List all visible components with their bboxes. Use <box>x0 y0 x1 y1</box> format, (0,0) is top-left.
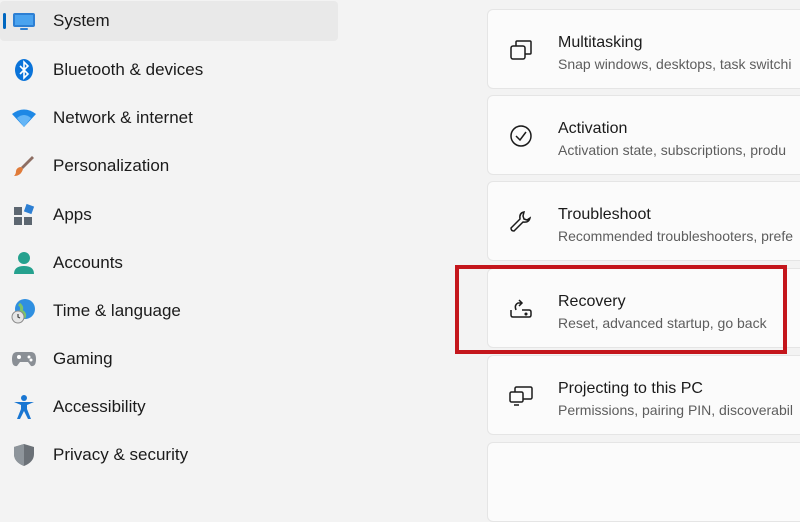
sidebar-item-label: Network & internet <box>53 108 193 127</box>
settings-content: Multitasking Snap windows, desktops, tas… <box>487 0 800 522</box>
wrench-icon <box>508 209 534 235</box>
card-subtitle: Permissions, pairing PIN, discoverabil <box>558 402 793 418</box>
sidebar-item-privacy-security[interactable]: Privacy & security <box>0 435 338 475</box>
card-subtitle: Activation state, subscriptions, produ <box>558 142 787 158</box>
sidebar-item-label: Gaming <box>53 349 113 368</box>
accessibility-icon <box>11 394 37 420</box>
sidebar-item-network[interactable]: Network & internet <box>0 98 338 138</box>
sidebar-item-label: Accessibility <box>53 397 146 416</box>
selection-indicator <box>3 13 6 29</box>
card-title: Projecting to this PC <box>558 380 703 397</box>
card-activation[interactable]: Activation Activation state, subscriptio… <box>487 95 800 175</box>
card-next[interactable] <box>487 442 800 522</box>
apps-icon <box>11 202 37 228</box>
monitor-icon <box>11 8 37 34</box>
card-title: Recovery <box>558 293 626 310</box>
card-title: Multitasking <box>558 34 643 51</box>
card-title: Troubleshoot <box>558 206 651 223</box>
sidebar-item-label: Personalization <box>53 156 170 175</box>
card-subtitle: Reset, advanced startup, go back <box>558 315 767 331</box>
person-icon <box>11 250 37 276</box>
card-troubleshoot[interactable]: Troubleshoot Recommended troubleshooters… <box>487 181 800 261</box>
card-title: Activation <box>558 120 628 137</box>
paintbrush-icon <box>11 153 37 179</box>
sidebar-item-gaming[interactable]: Gaming <box>0 339 338 379</box>
sidebar-item-accounts[interactable]: Accounts <box>0 243 338 283</box>
shield-icon <box>11 442 37 468</box>
projecting-icon <box>508 383 534 409</box>
sidebar-item-label: System <box>53 11 110 30</box>
settings-sidebar: System Bluetooth & devices Network & int… <box>0 0 340 471</box>
sidebar-item-bluetooth[interactable]: Bluetooth & devices <box>0 50 338 90</box>
sidebar-item-label: Time & language <box>53 301 181 320</box>
sidebar-item-time-language[interactable]: Time & language <box>0 291 338 331</box>
card-multitasking[interactable]: Multitasking Snap windows, desktops, tas… <box>487 9 800 89</box>
globe-clock-icon <box>11 298 37 324</box>
card-subtitle: Recommended troubleshooters, prefe <box>558 228 794 244</box>
sidebar-item-label: Apps <box>53 205 92 224</box>
card-projecting[interactable]: Projecting to this PC Permissions, pairi… <box>487 355 800 435</box>
sidebar-item-system[interactable]: System <box>0 1 338 41</box>
gamepad-icon <box>11 346 37 372</box>
sidebar-item-apps[interactable]: Apps <box>0 195 338 235</box>
sidebar-item-label: Accounts <box>53 253 123 272</box>
sidebar-item-accessibility[interactable]: Accessibility <box>0 387 338 427</box>
recovery-icon <box>508 296 534 322</box>
multitasking-icon <box>508 37 534 63</box>
card-recovery[interactable]: Recovery Reset, advanced startup, go bac… <box>487 268 800 348</box>
sidebar-item-label: Privacy & security <box>53 445 189 464</box>
card-subtitle: Snap windows, desktops, task switchi <box>558 56 792 72</box>
sidebar-item-personalization[interactable]: Personalization <box>0 146 338 186</box>
wifi-icon <box>11 105 37 131</box>
sidebar-item-label: Bluetooth & devices <box>53 60 204 79</box>
check-circle-icon <box>508 123 534 149</box>
bluetooth-icon <box>11 57 37 83</box>
